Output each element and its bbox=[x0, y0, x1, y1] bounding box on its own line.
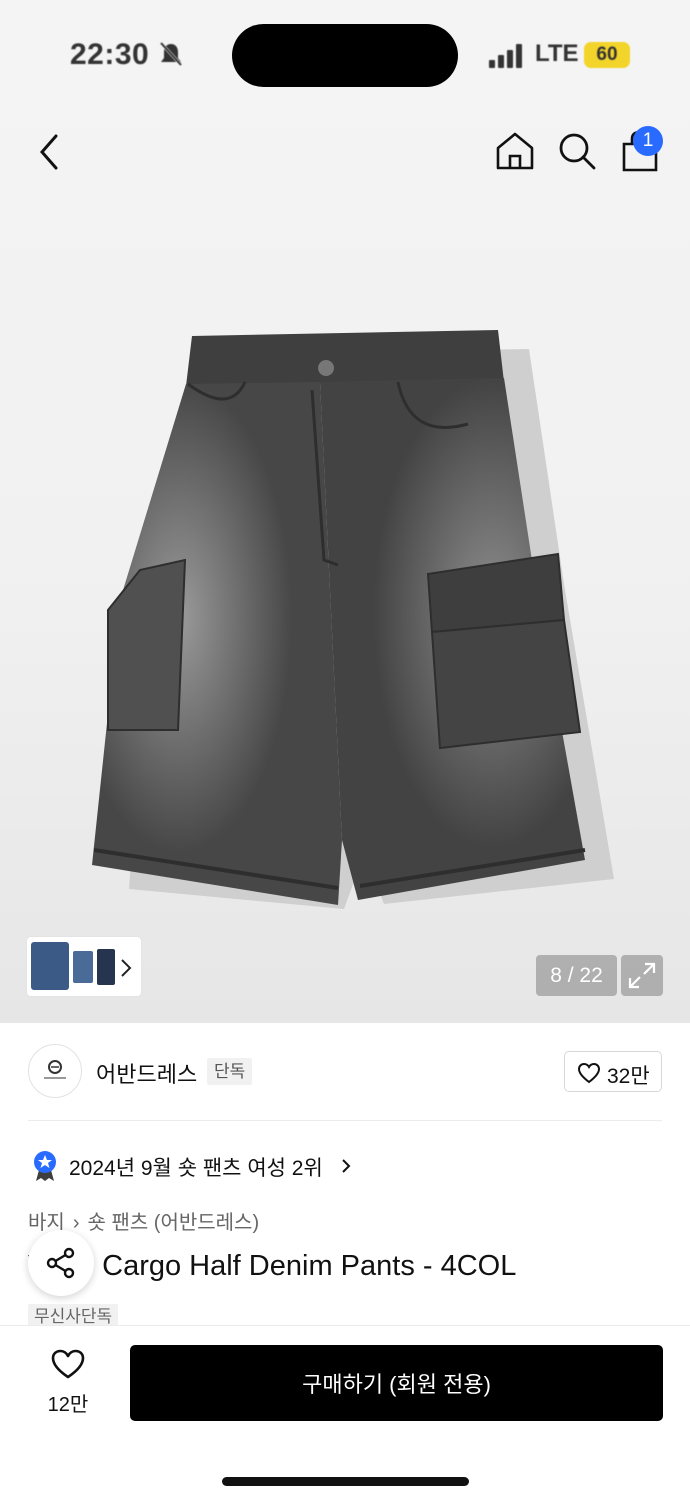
brand-logo-mark bbox=[44, 1060, 66, 1079]
image-page-counter: 8 / 22 bbox=[536, 955, 617, 996]
chevron-left-icon[interactable] bbox=[30, 128, 70, 176]
share-icon bbox=[46, 1247, 75, 1279]
thumbnail-image[interactable] bbox=[97, 949, 115, 985]
status-bar: 22:30 LTE 60 bbox=[0, 0, 690, 110]
brand-logo[interactable] bbox=[28, 1044, 82, 1098]
buy-button[interactable]: 구매하기 (회원 전용) bbox=[130, 1345, 663, 1421]
ranking-badge-icon bbox=[34, 1151, 56, 1181]
heart-icon bbox=[577, 1062, 601, 1084]
status-time: 22:30 bbox=[70, 38, 150, 71]
wishlist-button[interactable]: 12만 bbox=[30, 1348, 106, 1418]
signal-icon bbox=[489, 44, 525, 68]
brand-like-count: 32만 bbox=[607, 1065, 650, 1088]
bell-slash-icon bbox=[159, 41, 183, 67]
expand-icon bbox=[628, 962, 656, 989]
share-button[interactable] bbox=[28, 1230, 94, 1296]
battery-indicator: 60 bbox=[584, 42, 630, 68]
divider bbox=[28, 1120, 662, 1121]
wishlist-count: 12만 bbox=[47, 1394, 89, 1416]
brand-name[interactable]: 어반드레스 bbox=[96, 1057, 197, 1089]
thumbnail-image[interactable] bbox=[31, 942, 69, 990]
brand-like-button[interactable]: 32만 bbox=[564, 1051, 662, 1092]
expand-button[interactable] bbox=[621, 955, 663, 996]
product-title: Wide Cargo Half Denim Pants - 4COL bbox=[28, 1250, 517, 1282]
product-image bbox=[92, 330, 614, 909]
breadcrumb-subcategory[interactable]: 숏 팬츠 (어반드레스) bbox=[87, 1206, 259, 1235]
search-icon[interactable] bbox=[556, 130, 598, 172]
dynamic-island bbox=[232, 24, 458, 87]
heart-icon bbox=[51, 1349, 85, 1379]
thumbnail-image[interactable] bbox=[73, 951, 93, 983]
chevron-right-icon[interactable] bbox=[118, 957, 134, 979]
exclusive-tag: 단독 bbox=[207, 1058, 253, 1085]
network-type: LTE bbox=[535, 40, 579, 67]
cart-count-badge: 1 bbox=[633, 126, 663, 156]
ranking-text[interactable]: 2024년 9월 숏 팬츠 여성 2위 bbox=[69, 1152, 323, 1182]
breadcrumb-separator-icon: › bbox=[72, 1212, 80, 1234]
home-icon[interactable] bbox=[494, 130, 536, 172]
chevron-right-icon[interactable] bbox=[340, 1157, 352, 1175]
home-indicator[interactable] bbox=[222, 1477, 469, 1486]
